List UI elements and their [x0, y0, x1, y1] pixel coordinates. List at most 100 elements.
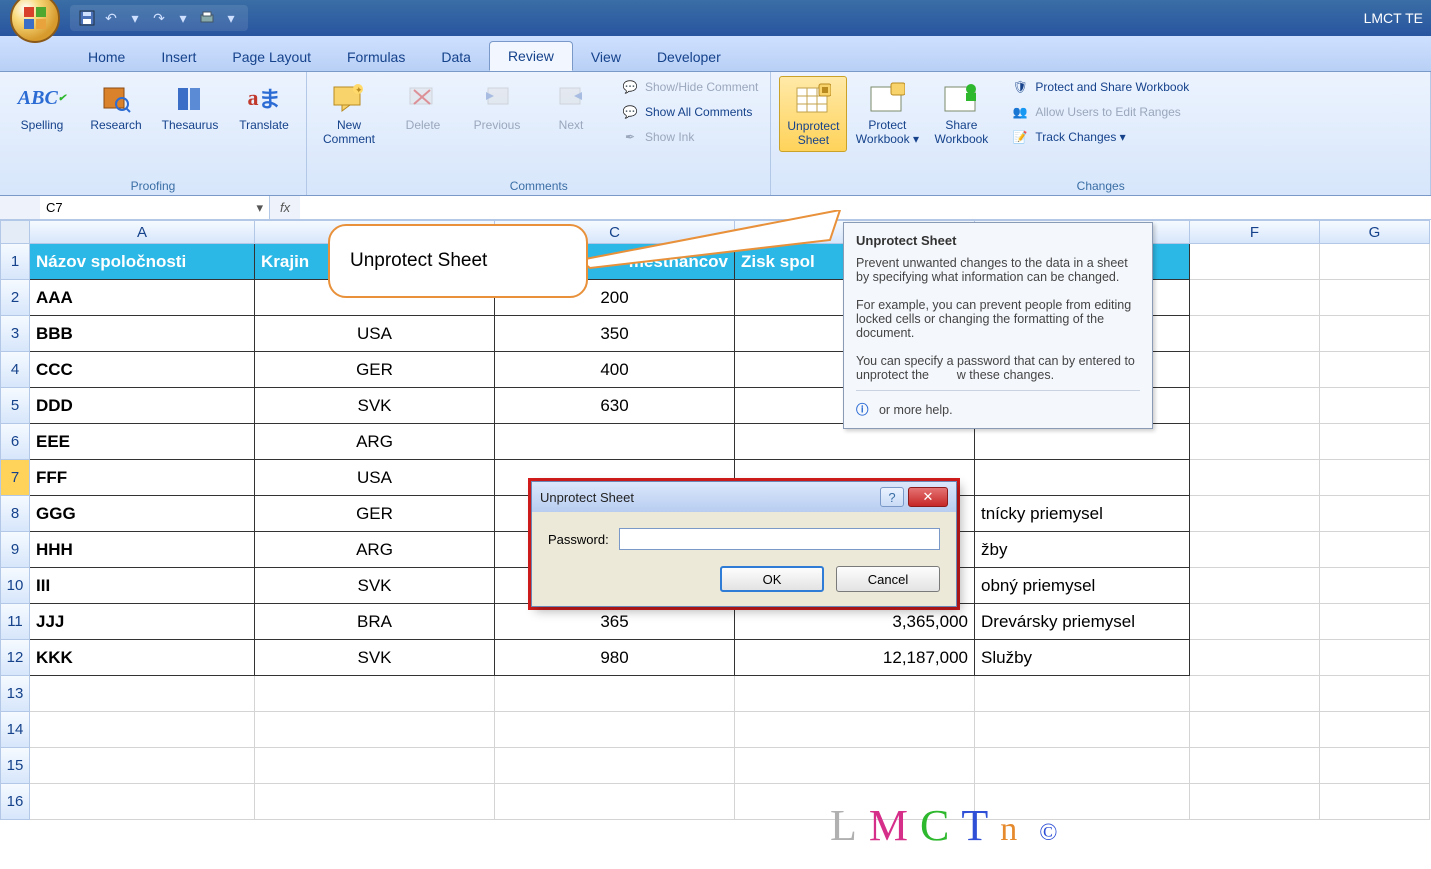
cell-G15[interactable]	[1320, 748, 1430, 784]
cell-A15[interactable]	[30, 748, 255, 784]
cell-A11[interactable]: JJJ	[30, 604, 255, 640]
cell-G6[interactable]	[1320, 424, 1430, 460]
cell-B13[interactable]	[255, 676, 495, 712]
cell-A2[interactable]: AAA	[30, 280, 255, 316]
cell-G9[interactable]	[1320, 532, 1430, 568]
cell-E14[interactable]	[975, 712, 1190, 748]
track-changes-button[interactable]: 📝Track Changes ▾	[1007, 126, 1193, 148]
cell-E12[interactable]: Služby	[975, 640, 1190, 676]
cell-F9[interactable]	[1190, 532, 1320, 568]
name-box-input[interactable]	[46, 200, 106, 215]
password-input[interactable]	[619, 528, 940, 550]
cell-E15[interactable]	[975, 748, 1190, 784]
cell-B14[interactable]	[255, 712, 495, 748]
cell-C15[interactable]	[495, 748, 735, 784]
cell-F4[interactable]	[1190, 352, 1320, 388]
cell-C13[interactable]	[495, 676, 735, 712]
cell-B6[interactable]: ARG	[255, 424, 495, 460]
new-comment-button[interactable]: ✦ New Comment	[315, 76, 383, 150]
cell-D13[interactable]	[735, 676, 975, 712]
cell-header-A[interactable]: Názov spoločnosti	[30, 244, 255, 280]
cancel-button[interactable]: Cancel	[836, 566, 940, 592]
formula-input[interactable]	[300, 196, 1431, 219]
row-header-1[interactable]: 1	[0, 244, 30, 280]
row-header-9[interactable]: 9	[0, 532, 30, 568]
tab-view[interactable]: View	[573, 43, 639, 71]
name-box-dropdown-icon[interactable]: ▾	[256, 200, 263, 216]
dialog-help-button[interactable]: ?	[880, 487, 904, 507]
cell-F7[interactable]	[1190, 460, 1320, 496]
cell-F1[interactable]	[1190, 244, 1320, 280]
cell-F14[interactable]	[1190, 712, 1320, 748]
tab-insert[interactable]: Insert	[143, 43, 214, 71]
cell-C3[interactable]: 350	[495, 316, 735, 352]
cell-E11[interactable]: Drevársky priemysel	[975, 604, 1190, 640]
select-all-corner[interactable]	[0, 220, 30, 244]
cell-C12[interactable]: 980	[495, 640, 735, 676]
cell-G13[interactable]	[1320, 676, 1430, 712]
qat-undo-icon[interactable]: ↶	[100, 7, 122, 29]
cell-A4[interactable]: CCC	[30, 352, 255, 388]
cell-F8[interactable]	[1190, 496, 1320, 532]
cell-E9[interactable]: žby	[975, 532, 1190, 568]
thesaurus-button[interactable]: Thesaurus	[156, 76, 224, 136]
cell-A3[interactable]: BBB	[30, 316, 255, 352]
dialog-close-button[interactable]: ✕	[908, 487, 948, 507]
cell-B16[interactable]	[255, 784, 495, 820]
cell-F10[interactable]	[1190, 568, 1320, 604]
row-header-8[interactable]: 8	[0, 496, 30, 532]
row-header-16[interactable]: 16	[0, 784, 30, 820]
cell-D6[interactable]	[735, 424, 975, 460]
cell-B10[interactable]: SVK	[255, 568, 495, 604]
translate-button[interactable]: aま Translate	[230, 76, 298, 136]
cell-D15[interactable]	[735, 748, 975, 784]
cell-B8[interactable]: GER	[255, 496, 495, 532]
cell-F13[interactable]	[1190, 676, 1320, 712]
protect-workbook-button[interactable]: Protect Workbook ▾	[853, 76, 921, 150]
tab-formulas[interactable]: Formulas	[329, 43, 423, 71]
cell-A13[interactable]	[30, 676, 255, 712]
tab-home[interactable]: Home	[70, 43, 143, 71]
cell-G5[interactable]	[1320, 388, 1430, 424]
row-header-15[interactable]: 15	[0, 748, 30, 784]
research-button[interactable]: Research	[82, 76, 150, 136]
cell-A10[interactable]: III	[30, 568, 255, 604]
cell-F15[interactable]	[1190, 748, 1320, 784]
cell-C16[interactable]	[495, 784, 735, 820]
row-header-14[interactable]: 14	[0, 712, 30, 748]
cell-A5[interactable]: DDD	[30, 388, 255, 424]
cell-F16[interactable]	[1190, 784, 1320, 820]
cell-C14[interactable]	[495, 712, 735, 748]
row-header-12[interactable]: 12	[0, 640, 30, 676]
cell-A7[interactable]: FFF	[30, 460, 255, 496]
cell-G12[interactable]	[1320, 640, 1430, 676]
qat-redo-dd-icon[interactable]: ▾	[172, 7, 194, 29]
row-header-7[interactable]: 7	[0, 460, 30, 496]
cell-B5[interactable]: SVK	[255, 388, 495, 424]
cell-A16[interactable]	[30, 784, 255, 820]
cell-E7[interactable]	[975, 460, 1190, 496]
row-header-11[interactable]: 11	[0, 604, 30, 640]
row-header-5[interactable]: 5	[0, 388, 30, 424]
qat-print-icon[interactable]	[196, 7, 218, 29]
cell-B15[interactable]	[255, 748, 495, 784]
cell-C5[interactable]: 630	[495, 388, 735, 424]
tab-review[interactable]: Review	[489, 41, 573, 71]
cell-G2[interactable]	[1320, 280, 1430, 316]
cell-G7[interactable]	[1320, 460, 1430, 496]
row-header-4[interactable]: 4	[0, 352, 30, 388]
cell-B12[interactable]: SVK	[255, 640, 495, 676]
column-header-A[interactable]: A	[30, 220, 255, 244]
fx-icon[interactable]: fx	[280, 200, 290, 215]
qat-save-icon[interactable]	[76, 7, 98, 29]
dialog-titlebar[interactable]: Unprotect Sheet ? ✕	[532, 482, 956, 512]
row-header-6[interactable]: 6	[0, 424, 30, 460]
cell-G16[interactable]	[1320, 784, 1430, 820]
cell-G3[interactable]	[1320, 316, 1430, 352]
cell-B7[interactable]: USA	[255, 460, 495, 496]
cell-G14[interactable]	[1320, 712, 1430, 748]
cell-F3[interactable]	[1190, 316, 1320, 352]
cell-F6[interactable]	[1190, 424, 1320, 460]
cell-A6[interactable]: EEE	[30, 424, 255, 460]
cell-B4[interactable]: GER	[255, 352, 495, 388]
